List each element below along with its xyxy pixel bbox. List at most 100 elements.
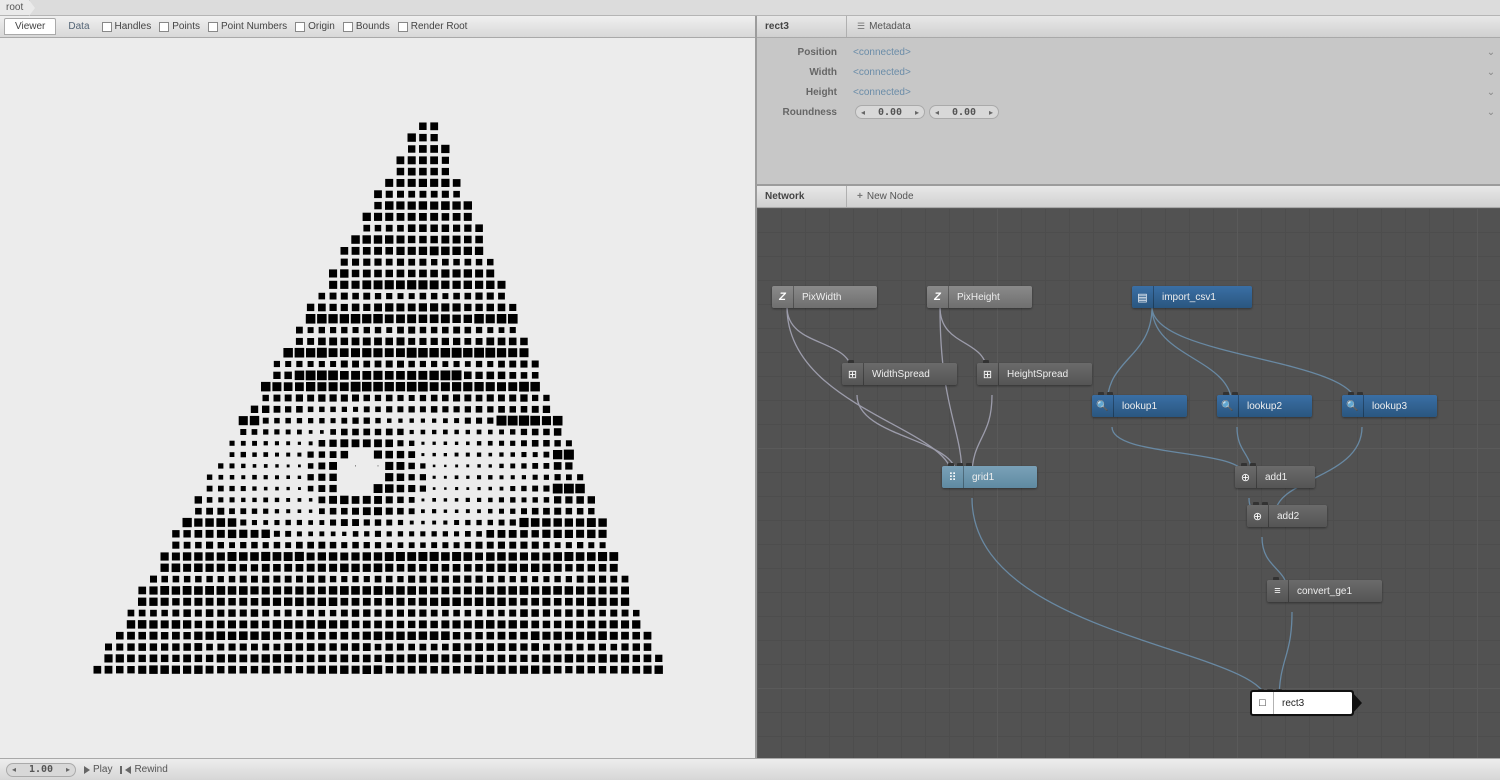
prop-height-value[interactable]: <connected> — [847, 87, 1482, 98]
node-pixwidth[interactable]: PixWidth — [772, 286, 877, 308]
prop-position-value[interactable]: <connected> — [847, 47, 1482, 58]
origin-label: Origin — [308, 21, 335, 32]
spinner-left-icon[interactable]: ◂ — [930, 108, 944, 117]
new-node-label: New Node — [867, 191, 914, 202]
lookup-icon — [1092, 395, 1114, 417]
node-label: lookup1 — [1114, 401, 1165, 412]
roundness-x-spinner[interactable]: ◂ 0.00 ▸ — [855, 105, 925, 119]
node-label: lookup3 — [1364, 401, 1415, 412]
csv-icon — [1132, 286, 1154, 308]
new-node-button[interactable]: New Node — [847, 191, 924, 202]
properties-panel: rect3 Metadata Position <connected> ⌄ Wi… — [757, 16, 1500, 186]
node-label: WidthSpread — [864, 369, 938, 380]
points-label: Points — [172, 21, 200, 32]
node-label: convert_ge1 — [1289, 586, 1360, 597]
node-label: add2 — [1269, 511, 1307, 522]
node-rect3[interactable]: rect3 — [1252, 692, 1352, 714]
prop-roundness-label: Roundness — [757, 107, 847, 118]
node-import-csv1[interactable]: import_csv1 — [1132, 286, 1252, 308]
properties-header: rect3 Metadata — [757, 16, 1500, 38]
number-icon — [927, 286, 949, 308]
point-numbers-label: Point Numbers — [221, 21, 287, 32]
math-icon — [842, 363, 864, 385]
lookup-icon — [1217, 395, 1239, 417]
data-tab-label: Data — [68, 21, 89, 32]
node-lookup3[interactable]: lookup3 — [1342, 395, 1437, 417]
viewer-canvas[interactable] — [0, 38, 755, 758]
prop-width-label: Width — [757, 67, 847, 78]
playbar: ◂ 1.00 ▸ Play Rewind — [0, 758, 1500, 780]
network-header: Network New Node — [757, 186, 1500, 208]
node-add1[interactable]: add1 — [1235, 466, 1315, 488]
checkbox-icon — [295, 22, 305, 32]
spinner-right-icon[interactable]: ▸ — [984, 108, 998, 117]
prop-width-value[interactable]: <connected> — [847, 67, 1482, 78]
render-flag-icon — [1352, 692, 1362, 714]
bounds-checkbox[interactable]: Bounds — [343, 21, 390, 32]
breadcrumb-root-label: root — [6, 2, 23, 13]
spinner-right-icon[interactable]: ▸ — [910, 108, 924, 117]
grid-icon — [942, 466, 964, 488]
roundness-x-value[interactable]: 0.00 — [870, 107, 910, 118]
rect-icon — [1252, 692, 1274, 714]
node-label: import_csv1 — [1154, 292, 1224, 303]
handles-checkbox[interactable]: Handles — [102, 21, 152, 32]
play-icon — [84, 766, 90, 774]
node-lookup2[interactable]: lookup2 — [1217, 395, 1312, 417]
roundness-y-spinner[interactable]: ◂ 0.00 ▸ — [929, 105, 999, 119]
breadcrumb-root[interactable]: root — [0, 0, 30, 15]
node-label: rect3 — [1274, 698, 1312, 709]
spinner-right-icon[interactable]: ▸ — [61, 765, 75, 774]
checkbox-icon — [398, 22, 408, 32]
rewind-button[interactable]: Rewind — [120, 764, 167, 775]
prop-height-expand[interactable]: ⌄ — [1482, 87, 1500, 98]
node-label: PixWidth — [794, 292, 849, 303]
viewer-tab-label: Viewer — [15, 21, 45, 32]
add-icon — [1247, 505, 1269, 527]
node-add2[interactable]: add2 — [1247, 505, 1327, 527]
viewer-panel: Viewer Data Handles Points Point Numbers… — [0, 16, 757, 758]
selected-node-name: rect3 — [757, 16, 847, 37]
right-panel: rect3 Metadata Position <connected> ⌄ Wi… — [757, 16, 1500, 758]
origin-checkbox[interactable]: Origin — [295, 21, 335, 32]
math-icon — [977, 363, 999, 385]
rewind-label: Rewind — [134, 764, 167, 775]
viewer-output-image — [58, 98, 698, 698]
network-label: Network — [757, 186, 847, 207]
frame-spinner[interactable]: ◂ 1.00 ▸ — [6, 763, 76, 777]
node-convert-ge1[interactable]: convert_ge1 — [1267, 580, 1382, 602]
node-label: PixHeight — [949, 292, 1008, 303]
frame-value[interactable]: 1.00 — [21, 764, 61, 775]
prop-roundness-expand[interactable]: ⌄ — [1482, 107, 1500, 118]
point-numbers-checkbox[interactable]: Point Numbers — [208, 21, 287, 32]
number-icon — [772, 286, 794, 308]
rewind-icon — [120, 766, 122, 774]
prop-height-label: Height — [757, 87, 847, 98]
viewer-tab[interactable]: Viewer — [4, 18, 56, 35]
play-button[interactable]: Play — [84, 764, 112, 775]
render-root-label: Render Root — [411, 21, 468, 32]
roundness-y-value[interactable]: 0.00 — [944, 107, 984, 118]
breadcrumb-bar: root — [0, 0, 1500, 16]
checkbox-icon — [102, 22, 112, 32]
node-widthspread[interactable]: WidthSpread — [842, 363, 957, 385]
points-checkbox[interactable]: Points — [159, 21, 200, 32]
data-tab[interactable]: Data — [64, 19, 93, 34]
node-grid1[interactable]: grid1 — [942, 466, 1037, 488]
network-canvas[interactable]: PixWidth PixHeight WidthSpread HeightSpr… — [757, 208, 1500, 758]
rewind-icon-tri — [125, 766, 131, 774]
prop-position-expand[interactable]: ⌄ — [1482, 47, 1500, 58]
metadata-button[interactable]: Metadata — [847, 21, 921, 32]
handles-label: Handles — [115, 21, 152, 32]
lookup-icon — [1342, 395, 1364, 417]
spinner-left-icon[interactable]: ◂ — [7, 765, 21, 774]
node-lookup1[interactable]: lookup1 — [1092, 395, 1187, 417]
node-heightspread[interactable]: HeightSpread — [977, 363, 1092, 385]
node-label: lookup2 — [1239, 401, 1290, 412]
spinner-left-icon[interactable]: ◂ — [856, 108, 870, 117]
node-pixheight[interactable]: PixHeight — [927, 286, 1032, 308]
prop-position-label: Position — [757, 47, 847, 58]
render-root-checkbox[interactable]: Render Root — [398, 21, 468, 32]
prop-width-expand[interactable]: ⌄ — [1482, 67, 1500, 78]
node-label: add1 — [1257, 472, 1295, 483]
